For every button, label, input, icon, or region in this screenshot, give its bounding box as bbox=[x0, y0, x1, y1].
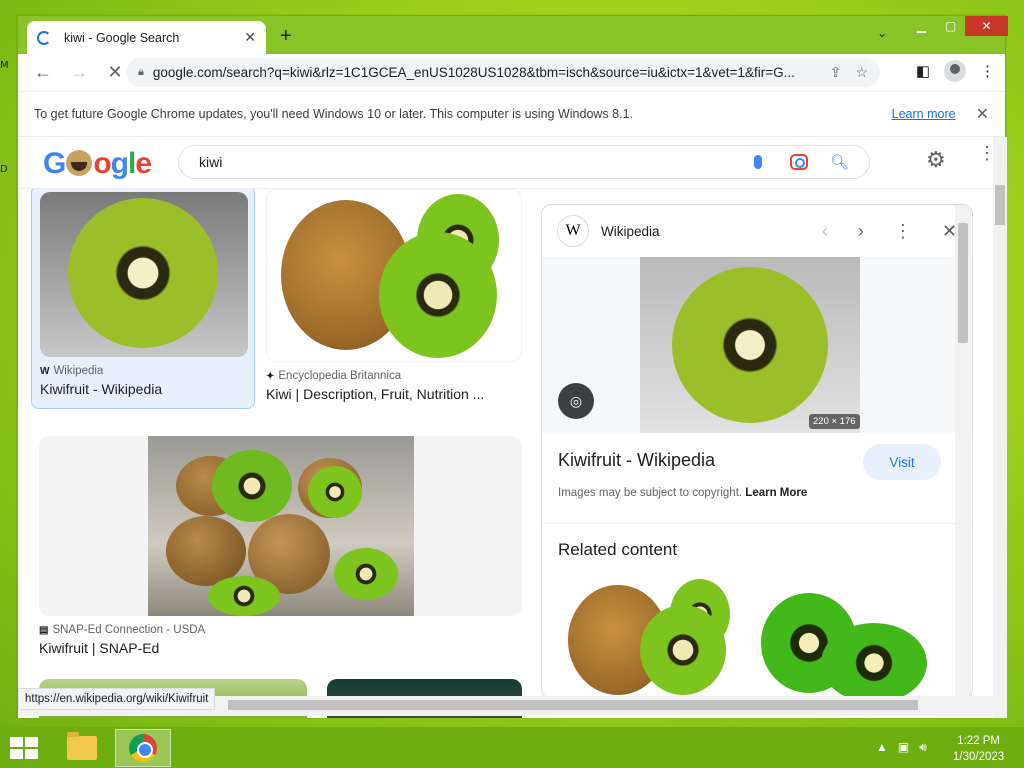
system-tray: ▲ ▣ 🔊︎ bbox=[876, 740, 927, 755]
close-window-button[interactable]: ✕ bbox=[965, 16, 1008, 36]
volume-icon[interactable]: 🔊︎ bbox=[919, 740, 927, 755]
settings-gear-icon[interactable]: ⚙ bbox=[926, 147, 946, 173]
new-tab-plus-icon[interactable]: + bbox=[280, 25, 292, 48]
panel-kiwi-image[interactable] bbox=[640, 257, 860, 433]
chrome-window: kiwi - Google Search ✕ + ⌄ ▁ ▢ ✕ ← → ✕ 🔒… bbox=[17, 15, 1008, 718]
panel-source-name[interactable]: Wikipedia bbox=[601, 224, 792, 239]
result-thumbnail[interactable] bbox=[40, 192, 248, 357]
related-content-heading: Related content bbox=[558, 540, 678, 559]
image-result-1[interactable]: W Wikipedia Kiwifruit - Wikipedia bbox=[31, 185, 255, 409]
link-status-bubble: https://en.wikipedia.org/wiki/Kiwifruit bbox=[18, 688, 216, 710]
maximize-button[interactable]: ▢ bbox=[936, 16, 965, 36]
voice-search-mic-icon[interactable] bbox=[753, 155, 762, 169]
bookmark-star-icon[interactable]: ☆ bbox=[855, 64, 868, 81]
search-box[interactable]: kiwi 🔍︎ bbox=[178, 145, 870, 179]
image-result-3[interactable]: ▤ SNAP-Ed Connection - USDA Kiwifruit | S… bbox=[39, 436, 522, 666]
panel-divider bbox=[542, 523, 972, 524]
browser-toolbar: ← → ✕ 🔒︎ google.com/search?q=kiwi&rlz=1C… bbox=[18, 54, 1005, 91]
chrome-taskbar-button[interactable] bbox=[115, 729, 171, 767]
desktop-icon-label-fragment: D bbox=[0, 164, 8, 175]
search-input[interactable]: kiwi bbox=[199, 154, 754, 170]
result-thumbnail[interactable] bbox=[266, 189, 522, 362]
google-doodle-logo[interactable]: Gogle bbox=[43, 147, 152, 181]
profile-avatar-icon[interactable] bbox=[944, 60, 966, 82]
minimize-button[interactable]: ▁ bbox=[907, 16, 936, 36]
copyright-learn-more-link[interactable]: Learn More bbox=[745, 487, 807, 499]
infobar-message: To get future Google Chrome updates, you… bbox=[34, 107, 633, 121]
share-icon[interactable]: ⇪ bbox=[830, 64, 842, 81]
panel-header: W Wikipedia ‹ › ⋮ ✕ bbox=[542, 205, 972, 257]
google-apps-grid-icon[interactable]: ⋮⋮ bbox=[978, 144, 993, 162]
start-windows-icon[interactable] bbox=[10, 737, 38, 759]
result-title[interactable]: Kiwi | Description, Fruit, Nutrition ... bbox=[266, 386, 522, 402]
toolbar-right: ◧ ⋮ bbox=[916, 60, 995, 82]
page-vertical-scrollbar[interactable] bbox=[993, 137, 1007, 718]
panel-image-area[interactable]: 220 × 176 ◎ bbox=[542, 257, 972, 433]
image-results: W Wikipedia Kiwifruit - Wikipedia ✦ Encycl… bbox=[18, 185, 993, 718]
result-source: W Wikipedia bbox=[40, 365, 104, 377]
tab-search-chevron-down-icon[interactable]: ⌄ bbox=[877, 26, 887, 40]
related-image-2[interactable] bbox=[755, 573, 941, 698]
tab-title: kiwi - Google Search bbox=[64, 30, 180, 45]
address-bar[interactable]: 🔒︎ google.com/search?q=kiwi&rlz=1C1GCEA_… bbox=[126, 58, 880, 87]
chrome-icon bbox=[129, 734, 157, 762]
result-thumbnail[interactable] bbox=[39, 436, 522, 616]
wikipedia-logo-icon: W bbox=[557, 215, 589, 247]
stop-loading-icon[interactable]: ✕ bbox=[104, 62, 126, 83]
file-explorer-taskbar-button[interactable] bbox=[54, 729, 110, 767]
horizontal-scroll-thumb[interactable] bbox=[228, 700, 918, 710]
kiwi-slice-image bbox=[68, 198, 218, 348]
search-icon[interactable]: 🔍︎ bbox=[830, 153, 849, 171]
infobar-close-icon[interactable]: ✕ bbox=[976, 104, 989, 124]
panel-body: Kiwifruit - Wikipedia Visit Images may b… bbox=[558, 444, 958, 499]
desktop-icon-label-fragment: M bbox=[0, 60, 9, 71]
image-result-2[interactable]: ✦ Encyclopedia Britannica Kiwi | Descript… bbox=[266, 189, 522, 409]
next-chevron-icon[interactable]: › bbox=[858, 221, 864, 242]
update-infobar: To get future Google Chrome updates, you… bbox=[18, 91, 1005, 137]
forward-arrow-icon[interactable]: → bbox=[68, 62, 90, 83]
windows-taskbar: ▲ ▣ 🔊︎ 1:22 PM 1/30/2023 bbox=[0, 727, 1024, 768]
tab-kiwi-search[interactable]: kiwi - Google Search ✕ bbox=[27, 21, 266, 54]
related-image-1[interactable] bbox=[558, 573, 746, 698]
panel-scroll-thumb[interactable] bbox=[958, 223, 968, 343]
taskbar-clock[interactable]: 1:22 PM 1/30/2023 bbox=[953, 733, 1004, 765]
back-arrow-icon[interactable]: ← bbox=[32, 62, 54, 83]
britannica-favicon-icon: ✦ bbox=[266, 370, 275, 382]
kiwi-half-image bbox=[379, 232, 497, 358]
result-title[interactable]: Kiwifruit - Wikipedia bbox=[40, 381, 246, 397]
chrome-menu-icon[interactable]: ⋮ bbox=[980, 62, 995, 80]
vertical-scroll-thumb[interactable] bbox=[995, 185, 1005, 225]
result-source: ✦ Encyclopedia Britannica bbox=[266, 370, 402, 382]
side-panel-icon[interactable]: ◧ bbox=[916, 62, 930, 80]
title-bar: kiwi - Google Search ✕ + ⌄ ▁ ▢ ✕ bbox=[18, 16, 1008, 54]
close-tab-icon[interactable]: ✕ bbox=[244, 29, 256, 46]
url-text[interactable]: google.com/search?q=kiwi&rlz=1C1GCEA_enU… bbox=[153, 65, 816, 80]
panel-scrollbar[interactable] bbox=[955, 205, 971, 698]
clock-time: 1:22 PM bbox=[957, 735, 1000, 747]
copyright-notice: Images may be subject to copyright. Lear… bbox=[558, 487, 808, 499]
google-lens-icon[interactable] bbox=[789, 154, 808, 170]
kiwi-pile-image bbox=[148, 436, 414, 616]
image-preview-panel: W Wikipedia ‹ › ⋮ ✕ 220 × 176 ◎ Kiwifrui… bbox=[541, 204, 973, 699]
more-options-icon[interactable]: ⋮ bbox=[894, 221, 912, 242]
loading-spinner-icon bbox=[37, 30, 51, 45]
usda-favicon-icon: ▤ bbox=[39, 624, 49, 636]
infobar-learn-more-link[interactable]: Learn more bbox=[892, 107, 956, 121]
result-source: ▤ SNAP-Ed Connection - USDA bbox=[39, 624, 206, 636]
folder-icon bbox=[67, 732, 97, 760]
result-title[interactable]: Kiwifruit | SNAP-Ed bbox=[39, 640, 522, 656]
google-header: Gogle kiwi 🔍︎ ⚙ ⋮⋮ bbox=[18, 137, 993, 189]
image-dimensions-badge: 220 × 176 bbox=[809, 414, 860, 429]
wikipedia-favicon-icon: W bbox=[40, 365, 50, 377]
clock-date: 1/30/2023 bbox=[953, 751, 1005, 763]
visit-button[interactable]: Visit bbox=[863, 444, 941, 480]
show-hidden-icons-caret-icon[interactable]: ▲ bbox=[876, 740, 888, 755]
lens-search-icon[interactable]: ◎ bbox=[558, 383, 594, 419]
network-icon[interactable]: ▣ bbox=[898, 740, 909, 755]
window-controls: ▁ ▢ ✕ bbox=[907, 16, 1008, 38]
google-images-page: Gogle kiwi 🔍︎ ⚙ ⋮⋮ WWikipedia Kiwifruit … bbox=[18, 137, 993, 718]
lock-icon[interactable]: 🔒︎ bbox=[138, 66, 144, 79]
previous-chevron-icon[interactable]: ‹ bbox=[822, 221, 828, 242]
